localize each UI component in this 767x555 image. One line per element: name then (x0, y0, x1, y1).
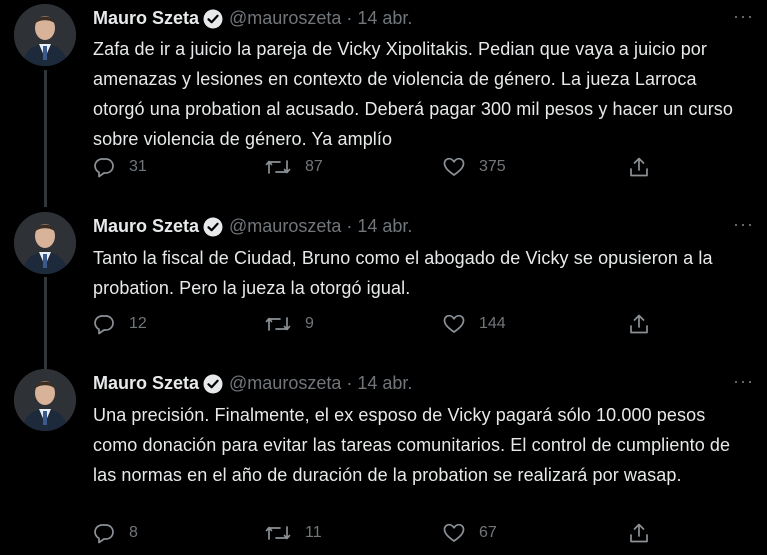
reply-icon (94, 315, 114, 335)
verified-badge-icon (203, 9, 223, 29)
avatar[interactable] (14, 4, 76, 66)
share-icon (630, 523, 648, 543)
like-icon (443, 523, 465, 542)
tweet-date[interactable]: 14 abr. (357, 216, 412, 237)
share-icon (630, 314, 648, 334)
author-name[interactable]: Mauro Szeta (93, 373, 199, 394)
share-button[interactable] (628, 313, 664, 335)
like-count: 67 (479, 524, 497, 541)
tweet-date[interactable]: 14 abr. (357, 373, 412, 394)
reply-count: 12 (129, 315, 147, 332)
tweet[interactable]: Mauro Szeta @mauroszeta · 14 abr. ··· Ta… (0, 205, 767, 360)
tweet-text: Una precisión. Finalmente, el ex esposo … (93, 405, 731, 485)
reply-button[interactable]: 31 (93, 156, 147, 178)
like-button[interactable]: 144 (443, 313, 506, 335)
more-icon[interactable]: ··· (733, 214, 754, 235)
retweet-button[interactable]: 11 (265, 522, 322, 544)
share-icon (630, 157, 648, 177)
verified-badge-icon (203, 217, 223, 237)
share-button[interactable] (628, 156, 664, 178)
separator: · (346, 373, 353, 393)
author-handle[interactable]: @mauroszeta (229, 373, 341, 394)
retweet-count: 11 (305, 524, 322, 541)
author-handle[interactable]: @mauroszeta (229, 216, 341, 237)
reply-icon (94, 524, 114, 544)
avatar[interactable] (14, 369, 76, 431)
tweet-text: Zafa de ir a juicio la pareja de Vicky X… (93, 39, 733, 149)
retweet-icon (265, 317, 291, 331)
tweet-text: Tanto la fiscal de Ciudad, Bruno como el… (93, 248, 713, 298)
author-name[interactable]: Mauro Szeta (93, 8, 199, 29)
share-button[interactable] (628, 522, 664, 544)
reply-icon (94, 158, 114, 178)
like-icon (443, 314, 465, 333)
tweet-date[interactable]: 14 abr. (357, 8, 412, 29)
tweet[interactable]: Mauro Szeta @mauroszeta · 14 abr. ··· Za… (0, 0, 767, 200)
retweet-button[interactable]: 87 (265, 156, 323, 178)
retweet-count: 9 (305, 315, 314, 332)
separator: · (346, 216, 353, 236)
avatar[interactable] (14, 212, 76, 274)
separator: · (346, 8, 353, 28)
like-icon (443, 157, 465, 176)
retweet-icon (265, 526, 291, 540)
verified-badge-icon (203, 374, 223, 394)
reply-button[interactable]: 8 (93, 522, 138, 544)
retweet-icon (265, 160, 291, 174)
reply-count: 31 (129, 158, 147, 175)
author-name[interactable]: Mauro Szeta (93, 216, 199, 237)
retweet-button[interactable]: 9 (265, 313, 314, 335)
like-count: 375 (479, 158, 506, 175)
tweet-actions: 8 11 67 (93, 522, 653, 544)
like-button[interactable]: 375 (443, 156, 506, 178)
more-icon[interactable]: ··· (733, 6, 754, 27)
tweet-actions: 12 9 144 (93, 313, 653, 335)
like-button[interactable]: 67 (443, 522, 497, 544)
author-handle[interactable]: @mauroszeta (229, 8, 341, 29)
retweet-count: 87 (305, 158, 323, 175)
like-count: 144 (479, 315, 506, 332)
tweet-actions: 31 87 375 (93, 156, 653, 178)
reply-button[interactable]: 12 (93, 313, 147, 335)
more-icon[interactable]: ··· (733, 371, 754, 392)
tweet[interactable]: Mauro Szeta @mauroszeta · 14 abr. ··· Un… (0, 362, 767, 555)
reply-count: 8 (129, 524, 138, 541)
